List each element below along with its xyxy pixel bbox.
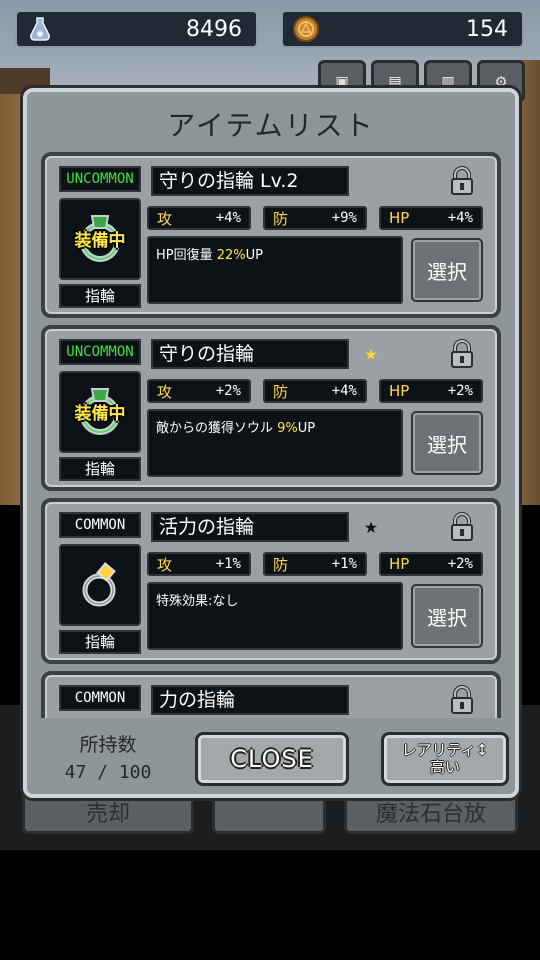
coin-counter: 154 — [281, 10, 524, 48]
hp-value: +2% — [447, 556, 473, 572]
item-name: 力の指輪 — [151, 685, 349, 715]
select-button[interactable]: 選択 — [411, 584, 483, 648]
defense-value: +1% — [331, 556, 357, 572]
effect-text: 敵からの獲得ソウル — [156, 421, 278, 436]
hp-label: HP — [389, 555, 410, 573]
sort-label: レアリティ↕ — [401, 741, 489, 759]
defense-label: 防 — [273, 555, 289, 574]
item-type: 指輪 — [59, 457, 141, 481]
owned-label: 所持数 — [79, 734, 137, 756]
equipped-label: 装備中 — [74, 404, 126, 424]
ring-icon — [82, 562, 116, 607]
effect-value: 9% — [277, 421, 298, 436]
effect-text: HP回復量 — [156, 248, 217, 263]
hp-stat: HP +2% — [379, 552, 483, 576]
item-icon-box: 装備中 — [59, 371, 141, 453]
soul-value: 8496 — [186, 16, 242, 42]
panel-title: アイテムリスト — [167, 109, 375, 142]
lock-icon[interactable] — [449, 512, 477, 542]
attack-stat: 攻 +2% — [147, 379, 251, 403]
favorite-star-icon[interactable]: ★ — [359, 514, 383, 539]
item-list-panel: アイテムリスト UNCOMMON 守りの指輪 Lv.2 装備中 指輪 攻 +4%… — [23, 88, 519, 798]
defense-stat: 防 +4% — [263, 379, 367, 403]
attack-label: 攻 — [157, 382, 173, 401]
coin-value: 154 — [466, 16, 508, 42]
select-button[interactable]: 選択 — [411, 238, 483, 302]
defense-label: 防 — [273, 382, 289, 401]
item-card[interactable]: UNCOMMON 守りの指輪 ★ 装備中 指輪 攻 +2% 防 +4% HP +… — [41, 325, 501, 491]
defense-stat: 防 +9% — [263, 206, 367, 230]
rarity-badge: UNCOMMON — [59, 166, 141, 192]
item-card[interactable]: COMMON 活力の指輪 ★ 指輪 攻 +1% 防 +1% HP +2% 特殊効… — [41, 498, 501, 664]
hp-stat: HP +2% — [379, 379, 483, 403]
item-icon-box: 装備中 — [59, 198, 141, 280]
effect-description: 敵からの獲得ソウル 9%UP — [147, 409, 403, 477]
sort-order: 高い — [429, 758, 460, 776]
effect-description: HP回復量 22%UP — [147, 236, 403, 304]
rarity-badge: COMMON — [59, 685, 141, 711]
effect-suffix: UP — [297, 421, 316, 436]
attack-stat: 攻 +1% — [147, 552, 251, 576]
lock-icon[interactable] — [449, 166, 477, 196]
lock-icon[interactable] — [449, 685, 477, 715]
item-name: 守りの指輪 — [151, 339, 349, 369]
attack-stat: 攻 +4% — [147, 206, 251, 230]
attack-value: +2% — [215, 383, 241, 399]
item-list[interactable]: UNCOMMON 守りの指輪 Lv.2 装備中 指輪 攻 +4% 防 +9% H… — [41, 150, 501, 718]
hp-label: HP — [389, 209, 410, 227]
soul-flask-icon — [25, 14, 55, 44]
rarity-badge: UNCOMMON — [59, 339, 141, 365]
hp-value: +4% — [447, 210, 473, 226]
select-button[interactable]: 選択 — [411, 411, 483, 475]
item-type: 指輪 — [59, 630, 141, 654]
rarity-badge: COMMON — [59, 512, 141, 538]
attack-label: 攻 — [157, 555, 173, 574]
effect-value: 22% — [216, 248, 246, 263]
item-name: 守りの指輪 Lv.2 — [151, 166, 349, 196]
hp-label: HP — [389, 382, 410, 400]
owned-count: 47 / 100 — [64, 762, 152, 783]
hp-value: +2% — [447, 383, 473, 399]
attack-value: +1% — [215, 556, 241, 572]
gold-coin-icon — [291, 14, 321, 44]
favorite-star-icon[interactable]: ★ — [359, 341, 383, 366]
defense-label: 防 — [273, 209, 289, 228]
effect-description: 特殊効果:なし — [147, 582, 403, 650]
hp-stat: HP +4% — [379, 206, 483, 230]
lock-icon[interactable] — [449, 339, 477, 369]
item-card[interactable]: UNCOMMON 守りの指輪 Lv.2 装備中 指輪 攻 +4% 防 +9% H… — [41, 152, 501, 318]
sort-rarity-button[interactable]: レアリティ↕ 高い — [381, 732, 509, 786]
defense-stat: 防 +1% — [263, 552, 367, 576]
defense-value: +4% — [331, 383, 357, 399]
defense-value: +9% — [331, 210, 357, 226]
close-button[interactable]: CLOSE — [195, 732, 349, 786]
effect-text: 特殊効果:なし — [156, 594, 239, 609]
item-name: 活力の指輪 — [151, 512, 349, 542]
item-icon-box — [59, 544, 141, 626]
effect-suffix: UP — [245, 248, 264, 263]
attack-label: 攻 — [157, 209, 173, 228]
attack-value: +4% — [215, 210, 241, 226]
item-type: 指輪 — [59, 284, 141, 308]
soul-counter: 8496 — [15, 10, 258, 48]
item-card[interactable]: COMMON 力の指輪 — [41, 671, 501, 718]
equipped-label: 装備中 — [74, 231, 126, 251]
